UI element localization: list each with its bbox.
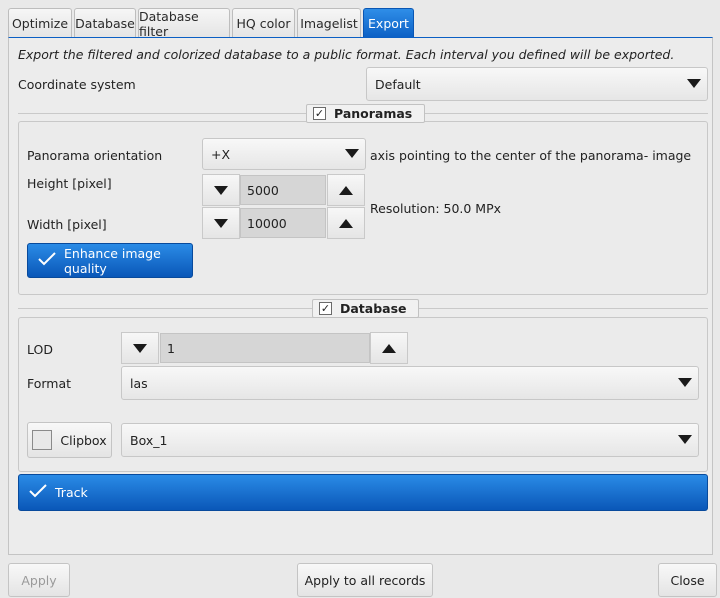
- height-increment-button[interactable]: [327, 174, 365, 206]
- checkbox-empty-icon: [32, 430, 53, 450]
- lod-value: 1: [167, 340, 175, 356]
- height-decrement-button[interactable]: [202, 174, 240, 206]
- chevron-down-icon: [687, 79, 701, 88]
- checkbox-checked-icon: ✓: [313, 107, 326, 120]
- format-value: las: [130, 375, 148, 391]
- lod-increment-button[interactable]: [370, 332, 408, 364]
- coordinate-system-select[interactable]: Default: [366, 67, 708, 101]
- width-increment-button[interactable]: [327, 207, 365, 239]
- tab-imagelist[interactable]: Imagelist: [297, 8, 361, 38]
- panorama-orientation-label: Panorama orientation: [27, 148, 163, 163]
- database-title: Database: [340, 301, 407, 316]
- width-value: 10000: [247, 215, 287, 231]
- arrow-up-icon: [339, 218, 353, 228]
- tab-database[interactable]: Database: [74, 8, 136, 38]
- divider: [425, 113, 708, 114]
- tab-label: Export: [368, 16, 409, 31]
- width-decrement-button[interactable]: [202, 207, 240, 239]
- height-value: 5000: [247, 182, 279, 198]
- tab-label: Database: [75, 16, 135, 31]
- apply-label: Apply: [21, 572, 57, 588]
- check-icon: [38, 252, 56, 269]
- resolution-text: Resolution: 50.0 MPx: [370, 201, 502, 216]
- check-icon: [29, 484, 47, 501]
- coordinate-system-value: Default: [375, 76, 421, 92]
- arrow-up-icon: [382, 343, 396, 353]
- arrow-down-icon: [214, 185, 228, 195]
- chevron-down-icon: [678, 435, 692, 444]
- coordinate-system-label: Coordinate system: [18, 77, 136, 92]
- width-label: Width [pixel]: [27, 217, 107, 232]
- chevron-down-icon: [345, 149, 359, 158]
- track-toggle[interactable]: Track: [18, 474, 708, 511]
- arrow-down-icon: [133, 343, 147, 353]
- divider: [18, 308, 312, 309]
- checkbox-checked-icon: ✓: [319, 302, 332, 315]
- panorama-orientation-value: +X: [211, 146, 231, 162]
- clipbox-label: Clipbox: [60, 432, 107, 448]
- database-group-toggle[interactable]: ✓ Database: [312, 299, 419, 318]
- tab-database-filter[interactable]: Database filter: [138, 8, 230, 39]
- tab-hq-color[interactable]: HQ color: [232, 8, 295, 38]
- divider: [18, 113, 306, 114]
- clipbox-toggle[interactable]: Clipbox: [27, 422, 112, 458]
- height-input[interactable]: 5000: [240, 175, 326, 205]
- enhance-image-quality-label: Enhance image quality: [64, 245, 161, 276]
- panorama-orientation-select[interactable]: +X: [202, 138, 366, 170]
- clipbox-value: Box_1: [130, 432, 168, 448]
- export-description: Export the filtered and colorized databa…: [18, 47, 675, 62]
- lod-decrement-button[interactable]: [121, 332, 159, 364]
- close-label: Close: [670, 572, 705, 588]
- format-select[interactable]: las: [121, 366, 699, 400]
- tab-label: Database filter: [139, 8, 199, 39]
- panoramas-title: Panoramas: [334, 106, 413, 121]
- enhance-image-quality-toggle[interactable]: Enhance image quality: [27, 243, 193, 278]
- tab-export[interactable]: Export: [363, 8, 414, 38]
- lod-label: LOD: [27, 342, 53, 357]
- width-input[interactable]: 10000: [240, 208, 326, 238]
- tab-label: Imagelist: [300, 16, 358, 31]
- tab-label: HQ color: [236, 16, 291, 31]
- track-label: Track: [55, 485, 88, 500]
- apply-button[interactable]: Apply: [8, 563, 70, 597]
- divider: [419, 308, 708, 309]
- apply-to-all-label: Apply to all records: [304, 572, 426, 588]
- apply-to-all-records-button[interactable]: Apply to all records: [297, 563, 433, 597]
- close-button[interactable]: Close: [658, 563, 717, 597]
- tab-optimize[interactable]: Optimize: [8, 8, 72, 38]
- panoramas-group-toggle[interactable]: ✓ Panoramas: [306, 104, 425, 123]
- height-label: Height [pixel]: [27, 176, 112, 191]
- format-label: Format: [27, 376, 72, 391]
- arrow-down-icon: [214, 218, 228, 228]
- chevron-down-icon: [678, 378, 692, 387]
- tab-label: Optimize: [11, 16, 69, 31]
- clipbox-select[interactable]: Box_1: [121, 423, 699, 457]
- arrow-up-icon: [339, 185, 353, 195]
- orientation-hint: axis pointing to the center of the panor…: [370, 148, 692, 163]
- lod-input[interactable]: 1: [160, 333, 370, 363]
